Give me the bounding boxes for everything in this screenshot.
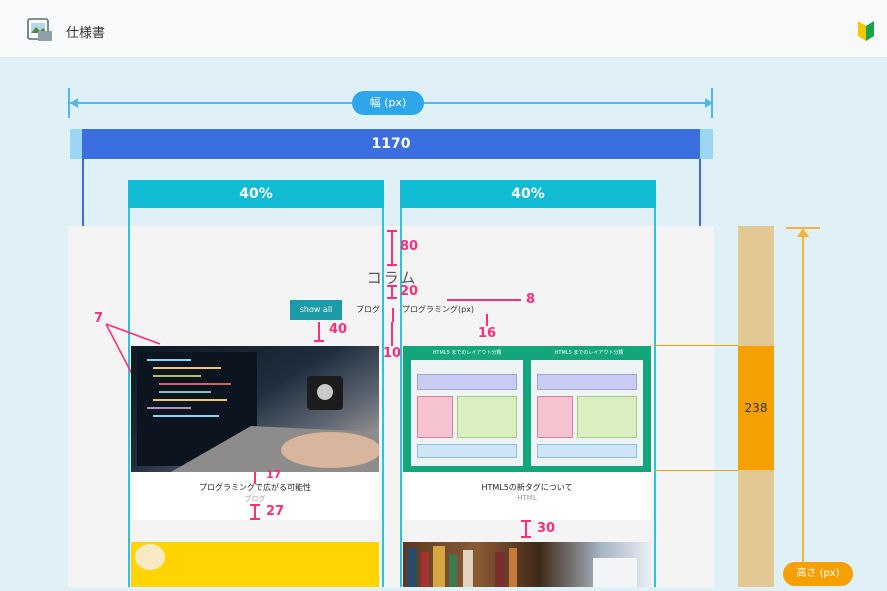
height-arrowhead: [797, 228, 809, 237]
measure-8: 8: [526, 292, 536, 307]
app-title: 仕様書: [66, 26, 106, 41]
container-width-bar: 1170: [82, 129, 700, 159]
card-programming[interactable]: プログラミングで広がる可能性 ブログ: [131, 346, 379, 520]
column-right-guide-r: [654, 208, 656, 587]
measure-16-line: [486, 314, 488, 326]
width-arrowhead-left: [70, 98, 78, 108]
card-html5-title: HTML5の新タグについて: [481, 483, 573, 492]
measure-40-line: [318, 322, 320, 342]
column-left-guide-l: [128, 208, 130, 587]
width-pill: 幅 (px): [352, 91, 424, 115]
width-arrowhead-right: [705, 98, 713, 108]
measure-30: 30: [537, 521, 556, 536]
card-yellow[interactable]: [131, 542, 379, 587]
column-right-band: 40%: [400, 180, 656, 208]
card-programming-category: ブログ: [244, 495, 266, 503]
column-left-band: 40%: [128, 180, 384, 208]
card-books[interactable]: [403, 542, 651, 587]
filter-show-all[interactable]: show all: [290, 300, 342, 320]
measure-20: 20: [400, 284, 419, 299]
filter-blog[interactable]: ブログ: [350, 300, 386, 320]
measure-17: 17: [266, 468, 282, 481]
measure-40: 40: [329, 322, 348, 337]
document-image-icon[interactable]: [26, 18, 54, 42]
height-arrow-line: [802, 228, 804, 564]
spec-canvas: 幅 (px) 1170 40% 40% 80 コラム 20 show all ブ…: [0, 58, 887, 587]
measure-80: 80: [400, 239, 419, 254]
measure-80-line: [391, 230, 393, 266]
height-238-bar: 238: [738, 346, 774, 470]
height-pill: 高さ (px): [783, 562, 853, 586]
column-right-guide-l: [400, 208, 402, 587]
card-programming-thumbnail: [131, 346, 379, 472]
measure-10: 10: [383, 346, 402, 361]
column-left-guide-r: [382, 208, 384, 587]
card-yellow-avatar: [135, 544, 165, 570]
beginner-mark-icon[interactable]: [857, 20, 875, 42]
filter-programming[interactable]: プログラミング(px): [402, 300, 474, 320]
measure-27: 27: [266, 504, 285, 519]
filter-programming-suffix: (px): [458, 305, 475, 314]
filter-programming-label: プログラミング: [402, 305, 458, 314]
measure-16: 16: [478, 326, 497, 341]
measure-8-line: [447, 299, 521, 301]
card-html5-thumbnail: HTML5 までのレイアウト分類 HTML5 までのレイアウト分類: [403, 346, 651, 472]
measure-10-line: [391, 322, 393, 346]
card-html5[interactable]: HTML5 までのレイアウト分類 HTML5 までのレイアウト分類 HTML5の…: [403, 346, 651, 520]
title-bar: 仕様書: [0, 0, 887, 58]
card-html5-category: HTML: [517, 494, 537, 502]
